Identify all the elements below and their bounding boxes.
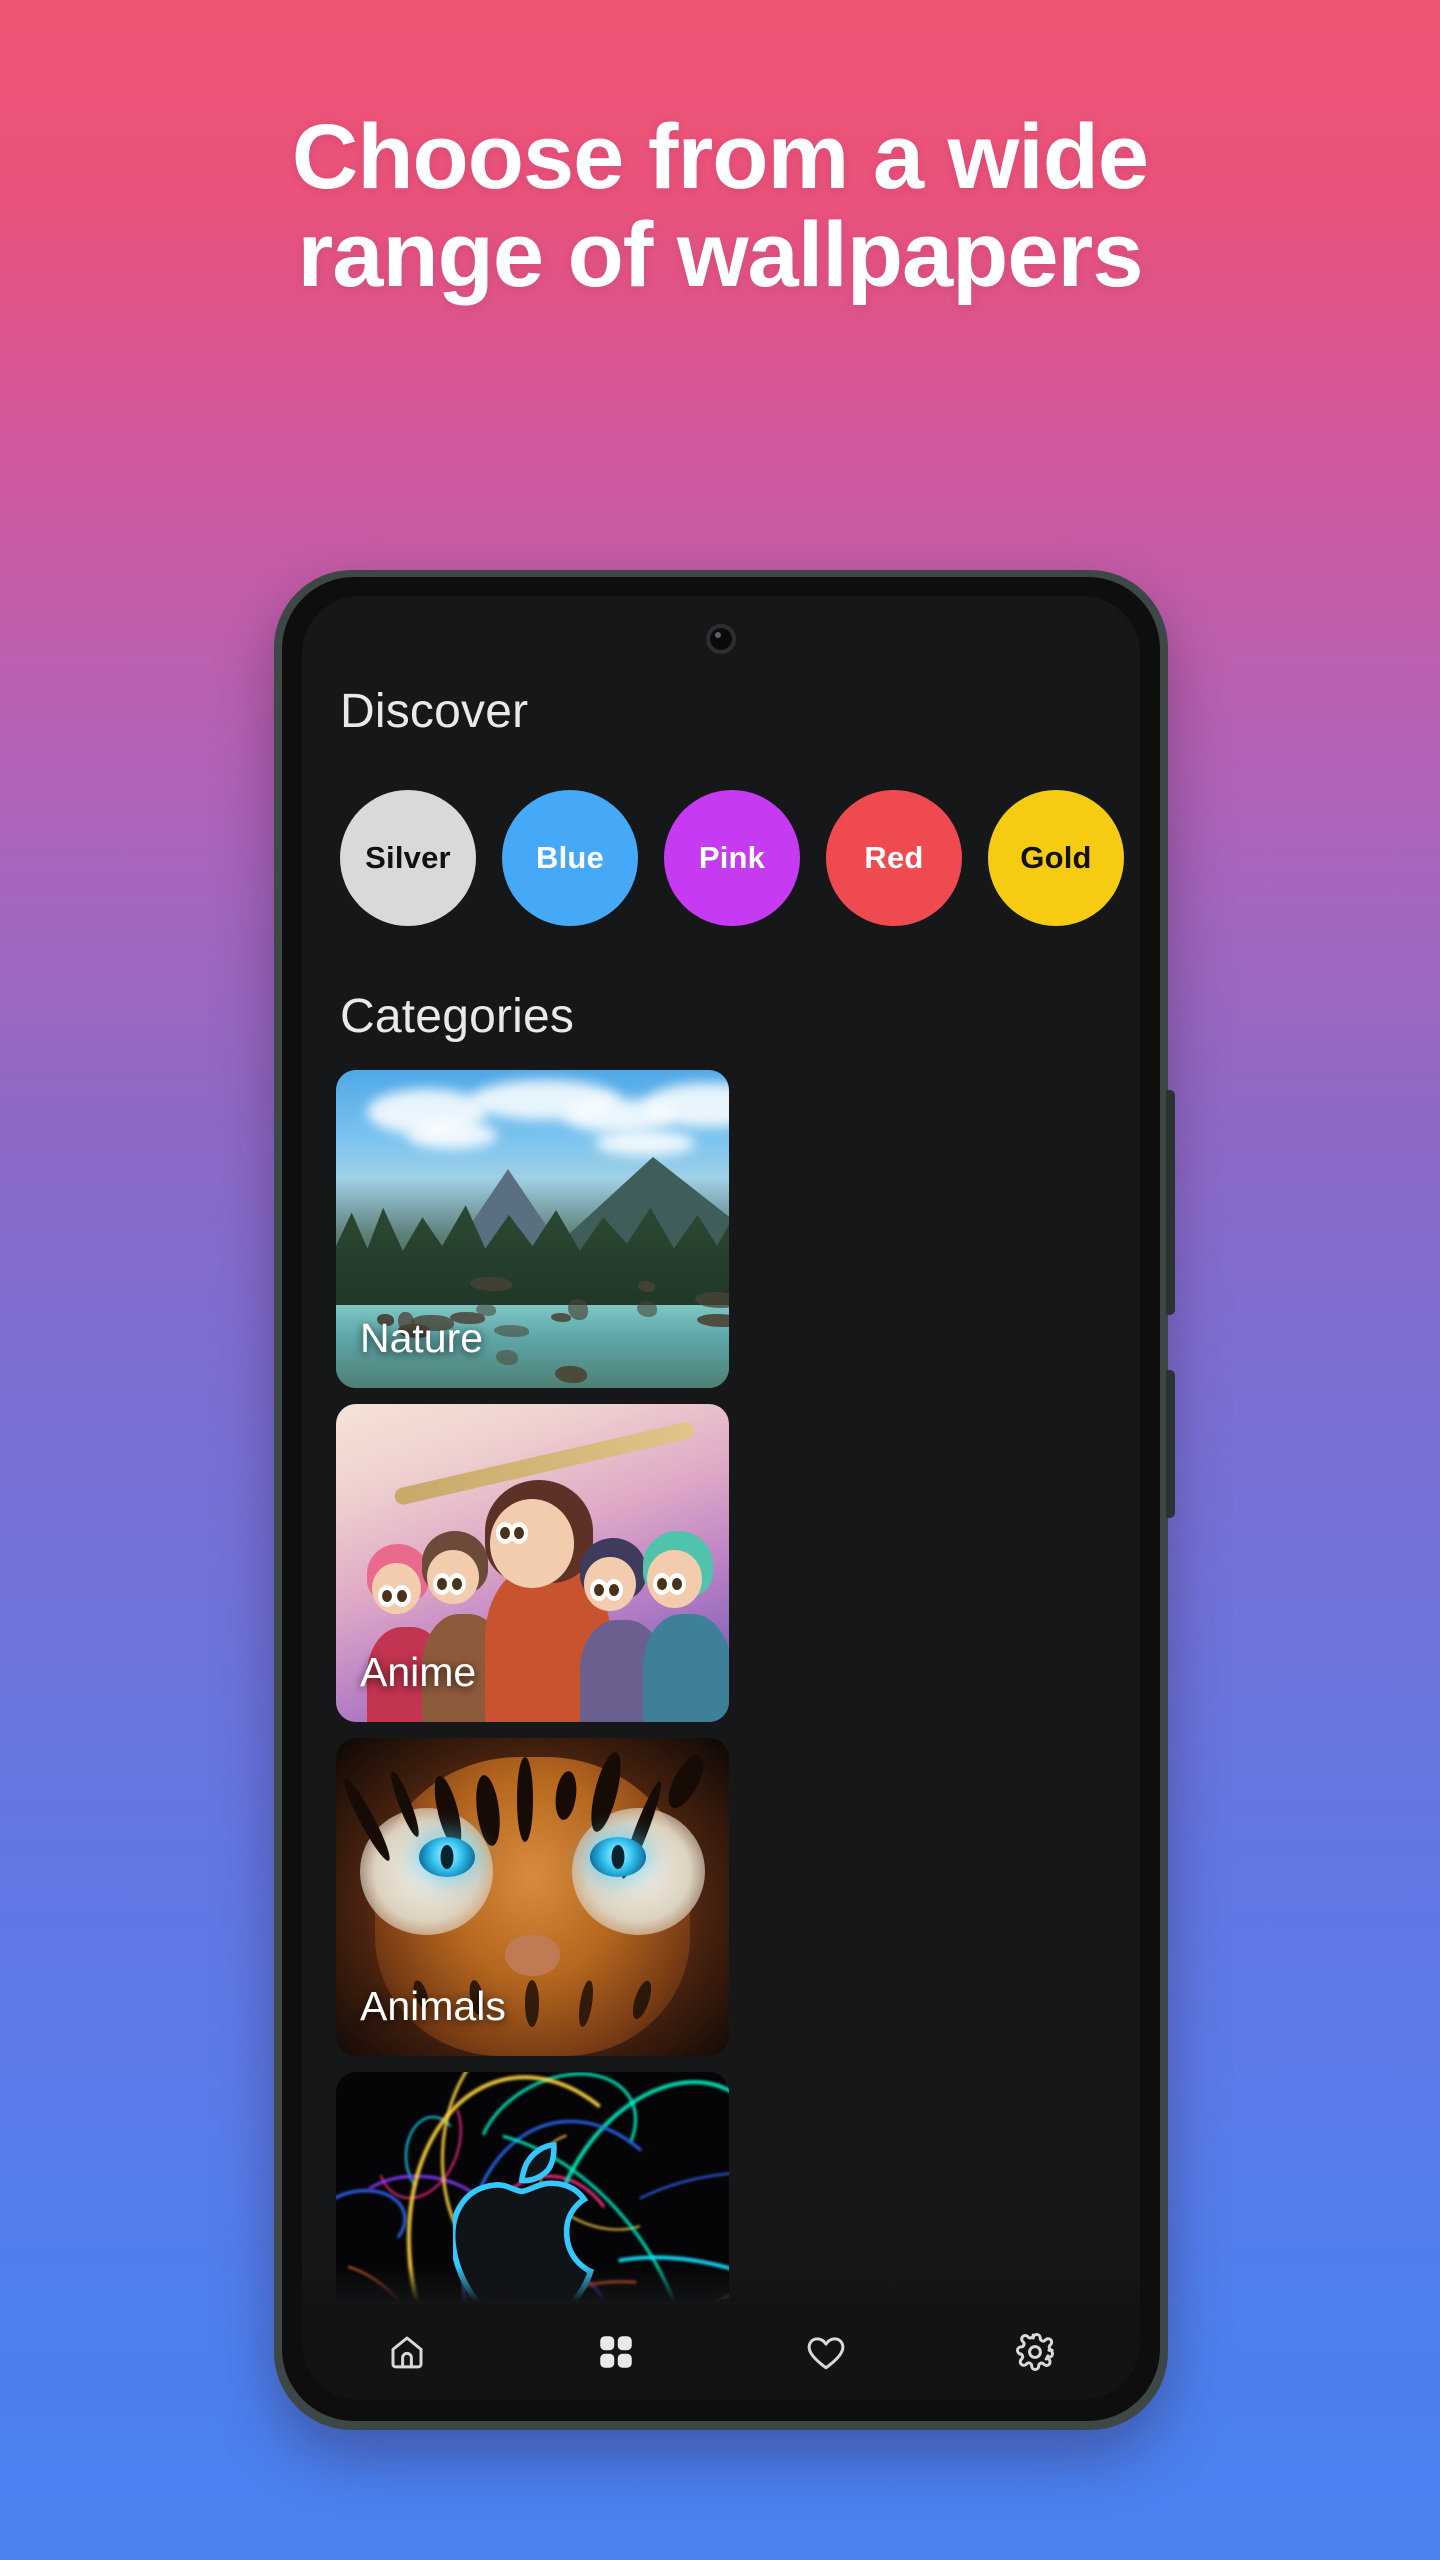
rock xyxy=(638,1281,655,1292)
color-chip-label: Silver xyxy=(365,840,451,876)
character-eye-r-4 xyxy=(668,1573,686,1595)
category-card-nature[interactable]: Nature xyxy=(336,1070,729,1388)
bottom-navigation-bar xyxy=(302,2302,1140,2400)
home-icon xyxy=(386,2331,428,2373)
color-chip-blue[interactable]: Blue xyxy=(502,790,638,926)
category-card-apple[interactable]: Apple xyxy=(336,2072,729,2302)
rock xyxy=(470,1277,511,1291)
category-label: Animals xyxy=(360,1983,506,2030)
character-face-2 xyxy=(490,1499,574,1588)
discover-heading: Discover xyxy=(302,684,1140,739)
nav-button-heart[interactable] xyxy=(771,2315,881,2389)
color-chip-gold[interactable]: Gold xyxy=(988,790,1124,926)
categories-grid: NatureAnimeAnimalsAppleArtTOYOTACars xyxy=(302,1070,1140,2302)
color-chip-red[interactable]: Red xyxy=(826,790,962,926)
cloud xyxy=(407,1121,497,1149)
apple-logo-icon xyxy=(453,2130,613,2302)
phone-screen: Discover SilverBluePinkRedGoldWhite Cate… xyxy=(302,596,1140,2400)
character-eye-r-3 xyxy=(605,1579,623,1601)
color-chip-label: Gold xyxy=(1020,840,1091,876)
headline-line-2: range of wallpapers xyxy=(0,206,1440,304)
heart-icon xyxy=(805,2331,847,2373)
category-card-animals[interactable]: Animals xyxy=(336,1738,729,2056)
character-body-4 xyxy=(643,1614,729,1722)
app-content: Discover SilverBluePinkRedGoldWhite Cate… xyxy=(302,596,1140,2302)
color-chip-pink[interactable]: Pink xyxy=(664,790,800,926)
nav-button-settings[interactable] xyxy=(980,2315,1090,2389)
power-button[interactable] xyxy=(1166,1370,1175,1518)
nav-button-grid[interactable] xyxy=(561,2315,671,2389)
tiger-eye-right xyxy=(590,1837,646,1877)
category-artwork-apple xyxy=(336,2072,729,2302)
rock xyxy=(496,1350,517,1365)
phone-bezel: Discover SilverBluePinkRedGoldWhite Cate… xyxy=(282,577,1160,2421)
cloud xyxy=(595,1130,695,1156)
category-label: Anime xyxy=(360,1649,476,1696)
tiger-eye-left xyxy=(419,1837,475,1877)
tiger-cheek-left xyxy=(360,1808,494,1935)
character-eye-r-0 xyxy=(393,1585,411,1607)
nav-button-home[interactable] xyxy=(352,2315,462,2389)
grid-icon xyxy=(595,2331,637,2373)
category-label: Nature xyxy=(360,1315,483,1362)
color-chip-row[interactable]: SilverBluePinkRedGoldWhite xyxy=(302,783,1140,933)
rock xyxy=(551,1313,571,1322)
character-eye-r-1 xyxy=(448,1573,466,1595)
rock xyxy=(568,1299,588,1320)
color-chip-label: Pink xyxy=(699,840,765,876)
headline-line-1: Choose from a wide xyxy=(0,108,1440,206)
categories-heading: Categories xyxy=(302,989,1140,1044)
rock xyxy=(476,1304,496,1315)
promo-screenshot: Choose from a wide range of wallpapers D… xyxy=(0,0,1440,2560)
color-chip-label: Blue xyxy=(536,840,604,876)
category-card-anime[interactable]: Anime xyxy=(336,1404,729,1722)
promo-headline: Choose from a wide range of wallpapers xyxy=(0,108,1440,305)
tiger-stripe-8 xyxy=(662,1750,711,1814)
volume-button[interactable] xyxy=(1166,1090,1175,1315)
color-chip-silver[interactable]: Silver xyxy=(340,790,476,926)
settings-icon xyxy=(1014,2331,1056,2373)
tiger-stripe-4 xyxy=(517,1757,534,1842)
color-chip-label: Red xyxy=(864,840,923,876)
phone-mockup: Discover SilverBluePinkRedGoldWhite Cate… xyxy=(274,570,1168,2430)
